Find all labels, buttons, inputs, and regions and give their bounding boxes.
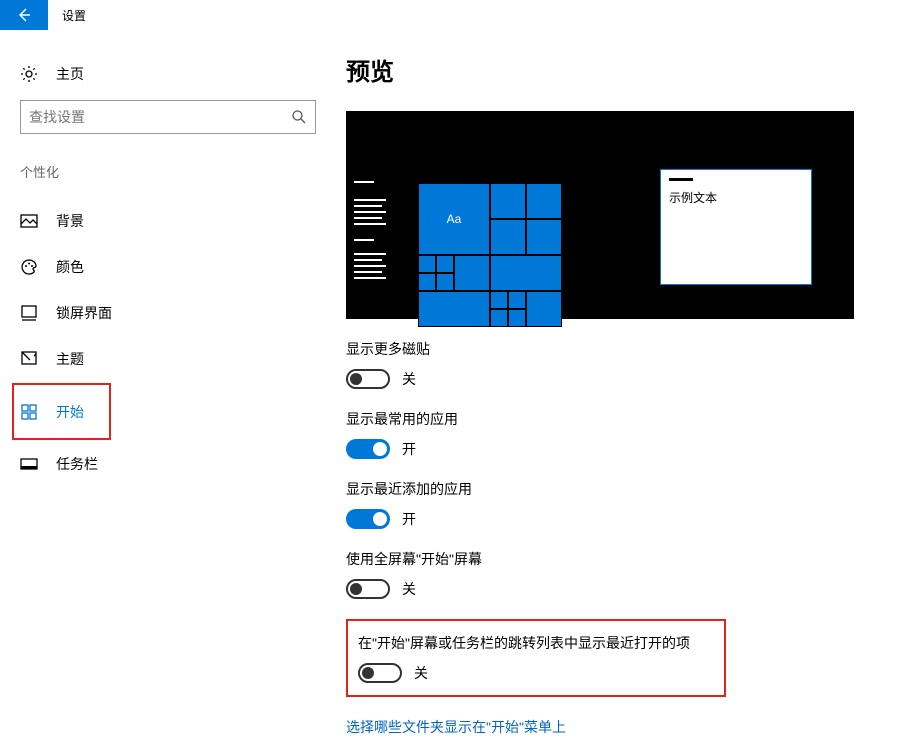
- app-title: 设置: [62, 7, 86, 24]
- taskbar-icon: [20, 455, 38, 473]
- preview-sample-window: 示例文本: [660, 169, 812, 285]
- setting-label: 显示最近添加的应用: [346, 479, 902, 499]
- sidebar-item-start[interactable]: 开始: [12, 383, 111, 440]
- lockscreen-icon: [20, 304, 38, 322]
- setting-most-used-apps: 显示最常用的应用 开: [346, 409, 902, 459]
- sidebar-item-colors[interactable]: 颜色: [12, 245, 318, 289]
- theme-icon: [20, 350, 38, 368]
- setting-jumplist-recent: 在"开始"屏幕或任务栏的跳转列表中显示最近打开的项 关: [346, 619, 726, 697]
- sidebar-item-background[interactable]: 背景: [12, 199, 318, 243]
- arrow-left-icon: [16, 7, 32, 23]
- toggle-state: 关: [402, 369, 416, 389]
- choose-folders-link[interactable]: 选择哪些文件夹显示在"开始"菜单上: [346, 717, 902, 737]
- toggle-jumplist-recent[interactable]: [358, 663, 402, 683]
- gear-icon: [20, 65, 38, 83]
- nav-label: 任务栏: [56, 454, 98, 474]
- back-button[interactable]: [0, 0, 48, 30]
- search-field[interactable]: [29, 109, 279, 125]
- palette-icon: [20, 258, 38, 276]
- title-bar: 设置: [0, 0, 902, 30]
- main-panel: 预览 Aa: [318, 30, 902, 748]
- nav-label: 颜色: [56, 257, 84, 277]
- preview-tile-aa: Aa: [418, 183, 490, 255]
- sidebar-home[interactable]: 主页: [12, 52, 318, 96]
- preview-tiles: Aa: [418, 183, 562, 327]
- category-label: 个性化: [12, 154, 318, 199]
- start-icon: [20, 403, 38, 421]
- sidebar: 主页 个性化 背景 颜色 锁屏界面 主题: [6, 30, 318, 748]
- setting-label: 在"开始"屏幕或任务栏的跳转列表中显示最近打开的项: [358, 633, 714, 653]
- preview-area: Aa 示例文本: [346, 111, 854, 319]
- setting-recently-added: 显示最近添加的应用 开: [346, 479, 902, 529]
- toggle-show-more-tiles[interactable]: [346, 369, 390, 389]
- sidebar-item-taskbar[interactable]: 任务栏: [12, 442, 318, 486]
- search-input[interactable]: [20, 100, 316, 134]
- sidebar-item-lockscreen[interactable]: 锁屏界面: [12, 291, 318, 335]
- nav-list: 背景 颜色 锁屏界面 主题 开始 任务栏: [12, 199, 318, 486]
- sidebar-item-themes[interactable]: 主题: [12, 337, 318, 381]
- setting-fullscreen-start: 使用全屏幕"开始"屏幕 关: [346, 549, 902, 599]
- picture-icon: [20, 212, 38, 230]
- toggle-fullscreen-start[interactable]: [346, 579, 390, 599]
- setting-show-more-tiles: 显示更多磁贴 关: [346, 339, 902, 389]
- nav-label: 开始: [56, 402, 84, 422]
- toggle-state: 开: [402, 509, 416, 529]
- search-icon: [291, 109, 307, 125]
- nav-label: 锁屏界面: [56, 303, 112, 323]
- page-title: 预览: [346, 52, 902, 87]
- sidebar-home-label: 主页: [56, 64, 84, 84]
- setting-label: 显示最常用的应用: [346, 409, 902, 429]
- toggle-recently-added[interactable]: [346, 509, 390, 529]
- setting-label: 显示更多磁贴: [346, 339, 902, 359]
- setting-label: 使用全屏幕"开始"屏幕: [346, 549, 902, 569]
- nav-label: 背景: [56, 211, 84, 231]
- nav-label: 主题: [56, 349, 84, 369]
- toggle-state: 关: [414, 663, 428, 683]
- preview-start-list: [354, 181, 386, 283]
- toggle-most-used-apps[interactable]: [346, 439, 390, 459]
- toggle-state: 开: [402, 439, 416, 459]
- preview-sample-text: 示例文本: [669, 189, 803, 206]
- toggle-state: 关: [402, 579, 416, 599]
